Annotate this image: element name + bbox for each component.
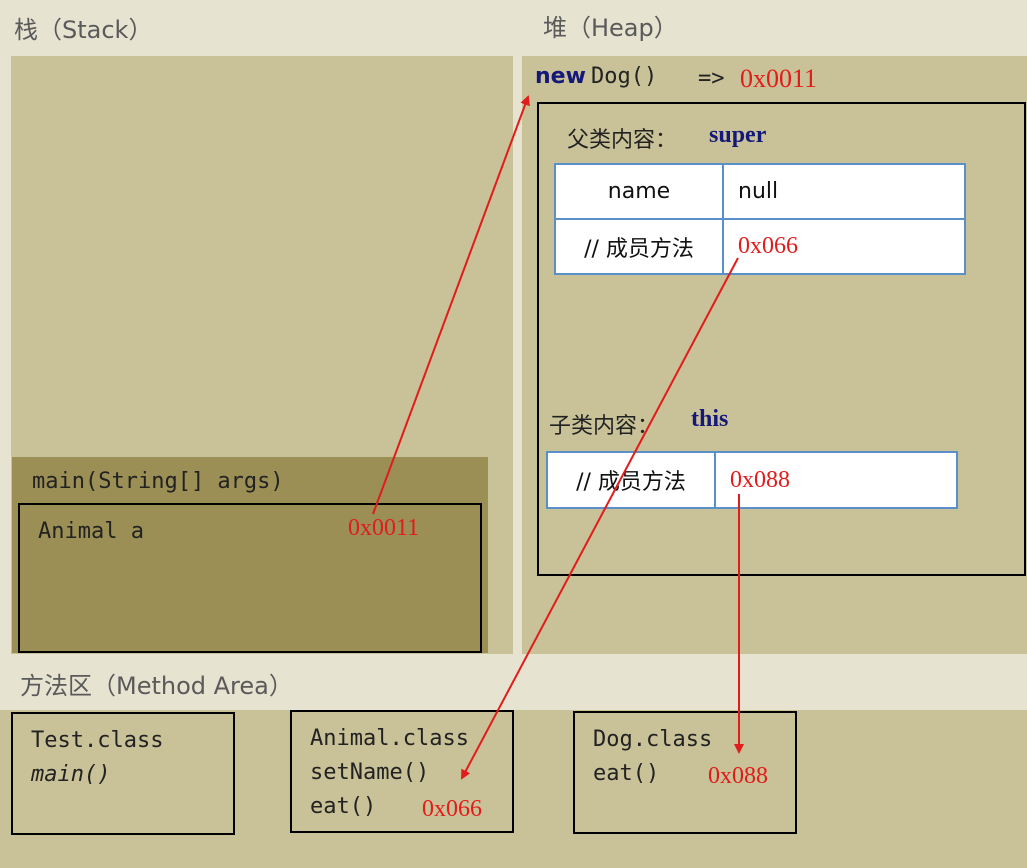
stack-to-heap-arrow (372, 95, 530, 515)
reference-arrows (372, 95, 744, 780)
super-methods-to-animal-class-arrow (461, 257, 739, 780)
